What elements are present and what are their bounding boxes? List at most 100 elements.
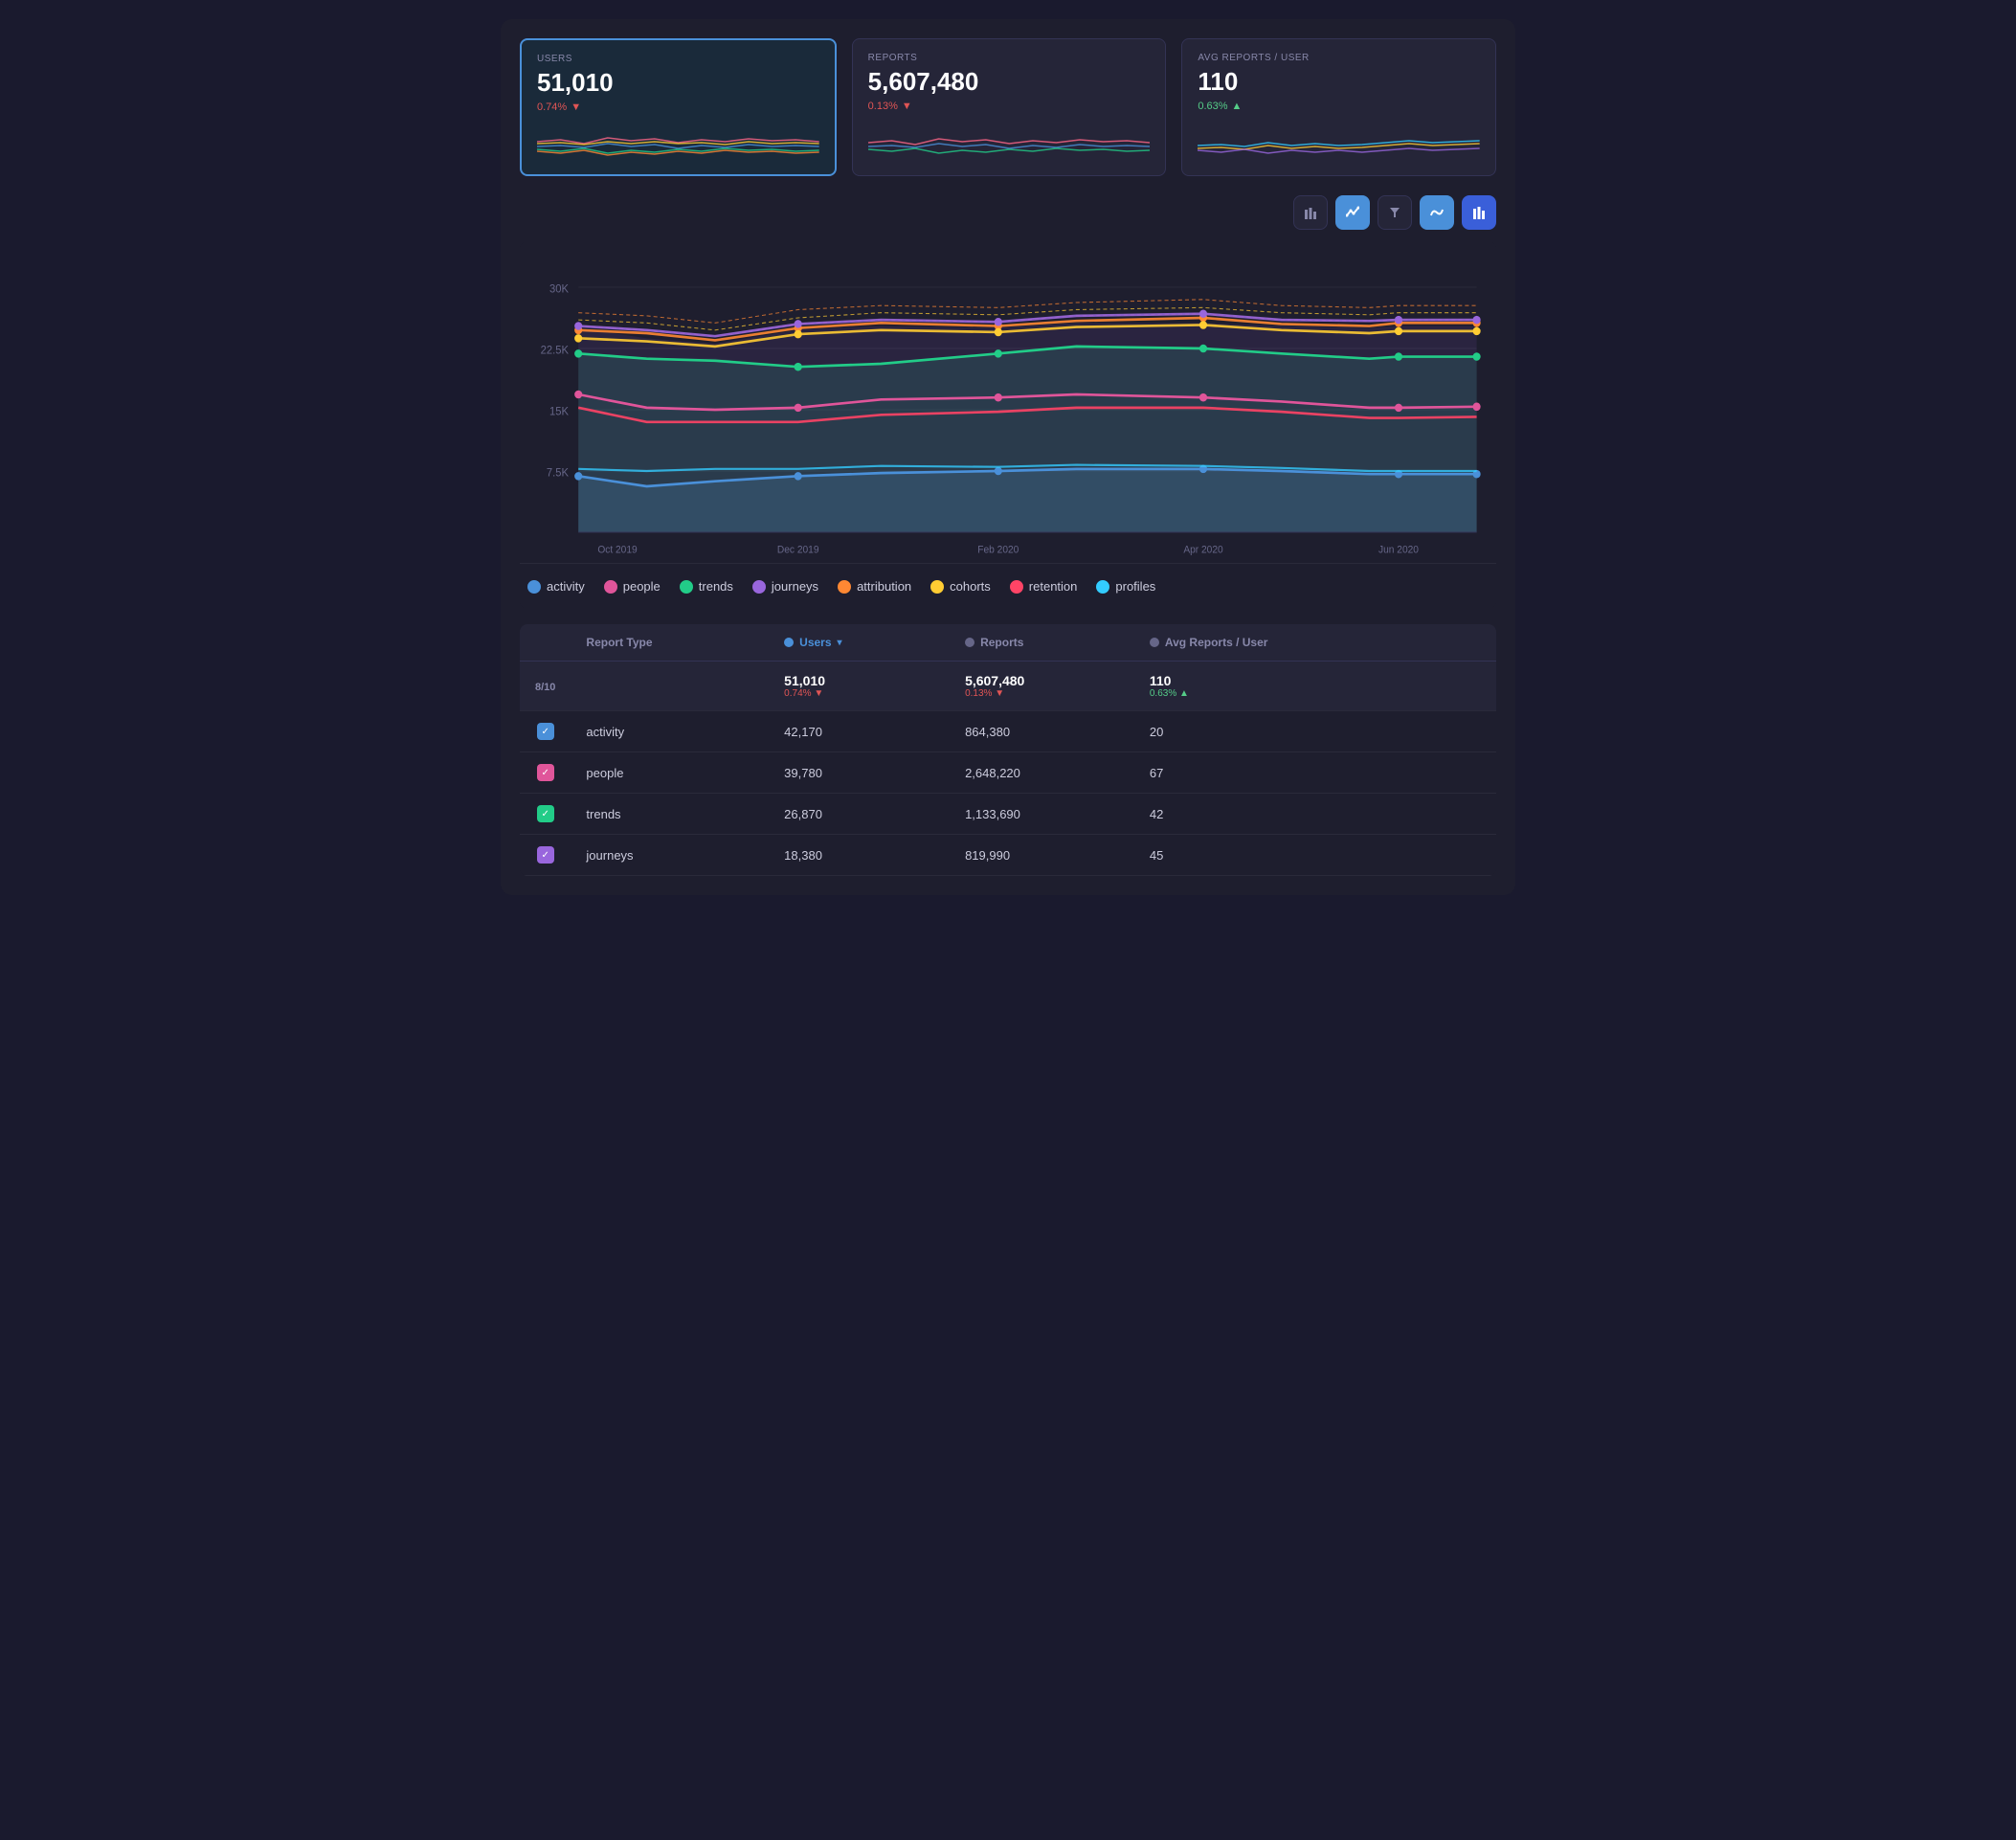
th-reports: Reports [950, 624, 1134, 662]
toolbar-column-btn[interactable] [1462, 195, 1496, 230]
stat-value-reports: 5,607,480 [868, 67, 1151, 97]
svg-text:15K: 15K [549, 406, 569, 417]
empty-cell-people [1439, 752, 1496, 794]
avg-cell-people: 67 [1134, 752, 1439, 794]
legend-label-retention: retention [1029, 579, 1078, 594]
stat-label-reports: REPORTS [868, 53, 1151, 63]
legend-label-attribution: attribution [857, 579, 911, 594]
legend-attribution[interactable]: attribution [838, 579, 911, 594]
empty-cell-trends [1439, 794, 1496, 835]
legend-activity[interactable]: activity [527, 579, 585, 594]
legend-label-profiles: profiles [1115, 579, 1155, 594]
table-row: ✓ trends 26,870 1,133,690 42 [520, 794, 1496, 835]
th-avg: Avg Reports / User [1134, 624, 1439, 662]
name-cell-journeys: journeys [571, 835, 769, 876]
th-reports-dot [965, 638, 974, 647]
checkbox-trends[interactable]: ✓ [537, 805, 554, 822]
th-avg-dot [1150, 638, 1159, 647]
legend-journeys[interactable]: journeys [752, 579, 818, 594]
legend-label-activity: activity [547, 579, 585, 594]
stat-change-reports: 0.13% ▼ [868, 101, 1151, 112]
svg-text:Jun 2020: Jun 2020 [1378, 545, 1419, 555]
stat-label-avg: AVG REPORTS / USER [1198, 53, 1480, 63]
legend-dot-people [604, 580, 617, 594]
th-users[interactable]: Users ▾ [769, 624, 950, 662]
stat-card-reports[interactable]: REPORTS 5,607,480 0.13% ▼ [852, 38, 1167, 176]
legend-label-trends: trends [699, 579, 733, 594]
checkbox-cell-trends: ✓ [520, 794, 571, 835]
name-cell-activity: activity [571, 711, 769, 752]
users-cell-journeys: 18,380 [769, 835, 950, 876]
table-row: ✓ journeys 18,380 819,990 45 [520, 835, 1496, 876]
toolbar-trend-btn[interactable] [1335, 195, 1370, 230]
th-empty-1 [520, 624, 571, 662]
summary-reports-cell: 5,607,480 0.13% ▼ [950, 662, 1134, 711]
svg-text:30K: 30K [549, 283, 569, 295]
svg-text:7.5K: 7.5K [547, 467, 569, 479]
legend-dot-journeys [752, 580, 766, 594]
legend-dot-retention [1010, 580, 1023, 594]
checkbox-cell-journeys: ✓ [520, 835, 571, 876]
th-report-type: Report Type [571, 624, 769, 662]
legend-trends[interactable]: trends [680, 579, 733, 594]
legend-cohorts[interactable]: cohorts [930, 579, 991, 594]
arrow-down-icon: ▼ [571, 101, 581, 113]
empty-cell-activity [1439, 711, 1496, 752]
arrow-up-icon: ▲ [1232, 101, 1243, 112]
svg-text:Dec 2019: Dec 2019 [777, 545, 819, 555]
name-cell-trends: trends [571, 794, 769, 835]
empty-cell-journeys [1439, 835, 1496, 876]
summary-row-num: 8/10 [520, 662, 571, 711]
stat-card-users[interactable]: USERS 51,010 0.74% ▼ [520, 38, 837, 176]
checkbox-journeys[interactable]: ✓ [537, 846, 554, 864]
summary-reports-change: 0.13% ▼ [965, 688, 1119, 699]
toolbar-wave-btn[interactable] [1420, 195, 1454, 230]
mini-chart-users [537, 123, 819, 161]
reports-cell-journeys: 819,990 [950, 835, 1134, 876]
summary-avg-cell: 110 0.63% ▲ [1134, 662, 1439, 711]
dropdown-icon: ▾ [838, 638, 842, 648]
svg-text:Oct 2019: Oct 2019 [597, 545, 638, 555]
legend-label-people: people [623, 579, 661, 594]
th-users-dot [784, 638, 794, 647]
summary-avg-change: 0.63% ▲ [1150, 688, 1423, 699]
reports-cell-activity: 864,380 [950, 711, 1134, 752]
legend-dot-cohorts [930, 580, 944, 594]
main-chart: 30K 22.5K 15K 7.5K Oct 2019 Dec 2019 Feb… [520, 241, 1496, 609]
checkbox-activity[interactable]: ✓ [537, 723, 554, 740]
reports-cell-trends: 1,133,690 [950, 794, 1134, 835]
stat-label-users: USERS [537, 54, 819, 64]
svg-text:Feb 2020: Feb 2020 [977, 545, 1019, 555]
legend-retention[interactable]: retention [1010, 579, 1078, 594]
th-empty-2 [1439, 624, 1496, 662]
legend-people[interactable]: people [604, 579, 661, 594]
arrow-down: ▼ [995, 688, 1004, 699]
users-cell-people: 39,780 [769, 752, 950, 794]
arrow-down: ▼ [814, 688, 823, 699]
main-container: USERS 51,010 0.74% ▼ REPORTS 5,607,480 [501, 19, 1515, 895]
svg-text:Apr 2020: Apr 2020 [1183, 545, 1223, 555]
chart-legend: activity people trends journeys attribut… [520, 563, 1496, 601]
arrow-up: ▲ [1179, 688, 1189, 699]
svg-text:22.5K: 22.5K [541, 345, 570, 356]
legend-profiles[interactable]: profiles [1096, 579, 1155, 594]
stat-card-avg[interactable]: AVG REPORTS / USER 110 0.63% ▲ [1181, 38, 1496, 176]
chart-svg-area: 30K 22.5K 15K 7.5K Oct 2019 Dec 2019 Feb… [520, 257, 1496, 563]
checkbox-cell-people: ✓ [520, 752, 571, 794]
name-cell-people: people [571, 752, 769, 794]
chart-toolbar [520, 195, 1496, 230]
legend-dot-activity [527, 580, 541, 594]
table-header-row: Report Type Users ▾ Reports [520, 624, 1496, 662]
table-row: ✓ people 39,780 2,648,220 67 [520, 752, 1496, 794]
stat-value-users: 51,010 [537, 68, 819, 98]
stat-value-avg: 110 [1198, 67, 1480, 97]
legend-dot-profiles [1096, 580, 1109, 594]
table-row: ✓ activity 42,170 864,380 20 [520, 711, 1496, 752]
users-cell-trends: 26,870 [769, 794, 950, 835]
toolbar-bar-btn[interactable] [1293, 195, 1328, 230]
legend-dot-trends [680, 580, 693, 594]
toolbar-funnel-btn[interactable] [1378, 195, 1412, 230]
mini-chart-reports [868, 122, 1151, 160]
summary-users-change: 0.74% ▼ [784, 688, 934, 699]
checkbox-people[interactable]: ✓ [537, 764, 554, 781]
